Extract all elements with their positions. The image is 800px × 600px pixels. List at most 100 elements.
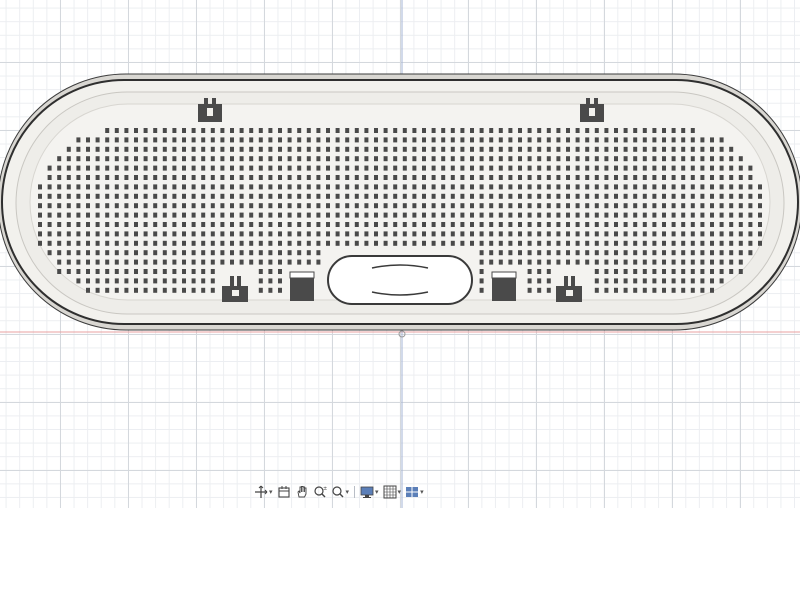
vent-hole [86,250,90,256]
vent-hole [47,165,52,171]
vent-hole [594,146,599,152]
vent-hole [57,250,62,256]
vent-hole [546,231,551,237]
vent-hole [681,259,686,265]
vent-hole [182,128,186,133]
vent-hole [191,231,196,237]
vent-hole [191,156,196,162]
vent-hole [479,156,484,162]
vent-hole [249,165,254,171]
vent-hole [594,156,599,162]
vent-hole [335,193,340,199]
vent-hole [143,203,148,209]
vent-hole [633,184,638,190]
vent-hole [114,193,119,199]
vent-hole [642,156,647,162]
vent-hole [402,137,407,143]
pan-button[interactable] [294,483,310,501]
vent-hole [393,222,398,227]
vent-hole [95,269,100,274]
vent-hole [76,250,81,256]
vent-hole [546,212,551,218]
viewports-dropdown-icon[interactable]: ▾ [420,483,424,501]
vent-hole [124,278,129,284]
vent-hole [354,222,359,227]
vent-hole [623,212,628,218]
vent-hole [354,203,359,209]
vent-hole [498,193,503,199]
viewports-button[interactable]: ▾ [404,483,425,501]
orbit-dropdown-icon[interactable]: ▾ [269,483,273,501]
vent-hole [623,128,628,133]
vent-hole [508,259,513,265]
orbit-button[interactable]: ▾ [253,483,274,501]
vent-hole [287,231,292,237]
vent-hole [566,184,570,190]
vent-hole [585,250,590,256]
vent-hole [662,146,666,152]
vent-hole [758,203,762,209]
vent-hole [124,128,129,133]
vent-hole [220,193,225,199]
vent-hole [729,165,734,171]
vent-hole [681,240,686,246]
vent-hole [306,250,311,256]
vent-hole [470,175,474,180]
vent-hole [182,287,186,293]
canvas-viewport[interactable]: ▾ ± ▾ ▾ ▾ ▾ [0,0,800,508]
vent-hole [258,203,263,209]
vent-hole [162,193,167,199]
vent-hole [306,156,311,162]
vent-hole [441,212,446,218]
zoom-icon: ± [313,486,327,498]
vent-hole [172,222,177,227]
vent-hole [460,156,465,162]
vent-hole [758,231,762,237]
vent-hole [374,231,378,237]
vent-hole [297,146,302,152]
vent-hole [66,203,71,209]
vent-hole [585,137,590,143]
vent-hole [460,137,465,143]
vent-hole [383,156,388,162]
square-pad-left-top [289,271,315,279]
vent-hole [278,240,282,246]
vent-hole [105,128,110,133]
vent-hole [585,146,590,152]
vent-hole [652,156,657,162]
vent-hole [210,184,215,190]
vent-hole [268,184,273,190]
fit-button[interactable]: ▾ [330,483,351,501]
vent-hole [172,137,177,143]
vent-hole [230,184,234,190]
vent-hole [758,184,762,190]
display-settings-dropdown-icon[interactable]: ▾ [375,483,379,501]
vent-hole [239,175,244,180]
vent-hole [191,269,196,274]
vent-hole [719,250,724,256]
fit-dropdown-icon[interactable]: ▾ [346,483,350,501]
grid-settings-dropdown-icon[interactable]: ▾ [398,483,402,501]
vent-grille-part[interactable] [0,73,800,331]
vent-hole [719,212,724,218]
vent-hole [671,259,676,265]
vent-hole [134,250,138,256]
zoom-button[interactable]: ± [312,483,328,501]
vent-hole [249,128,254,133]
vent-hole [210,240,215,246]
vent-hole [719,184,724,190]
vent-hole [479,137,484,143]
vent-hole [546,146,551,152]
display-settings-button[interactable]: ▾ [359,483,380,501]
vent-hole [700,203,705,209]
look-at-button[interactable] [276,483,292,501]
model-canvas[interactable] [0,0,800,508]
vent-hole [47,175,52,180]
vent-hole [566,156,570,162]
vent-hole [681,231,686,237]
vent-hole [450,184,455,190]
vent-hole [114,222,119,227]
vent-hole [114,175,119,180]
vent-hole [690,287,695,293]
grid-settings-button[interactable]: ▾ [382,483,403,501]
